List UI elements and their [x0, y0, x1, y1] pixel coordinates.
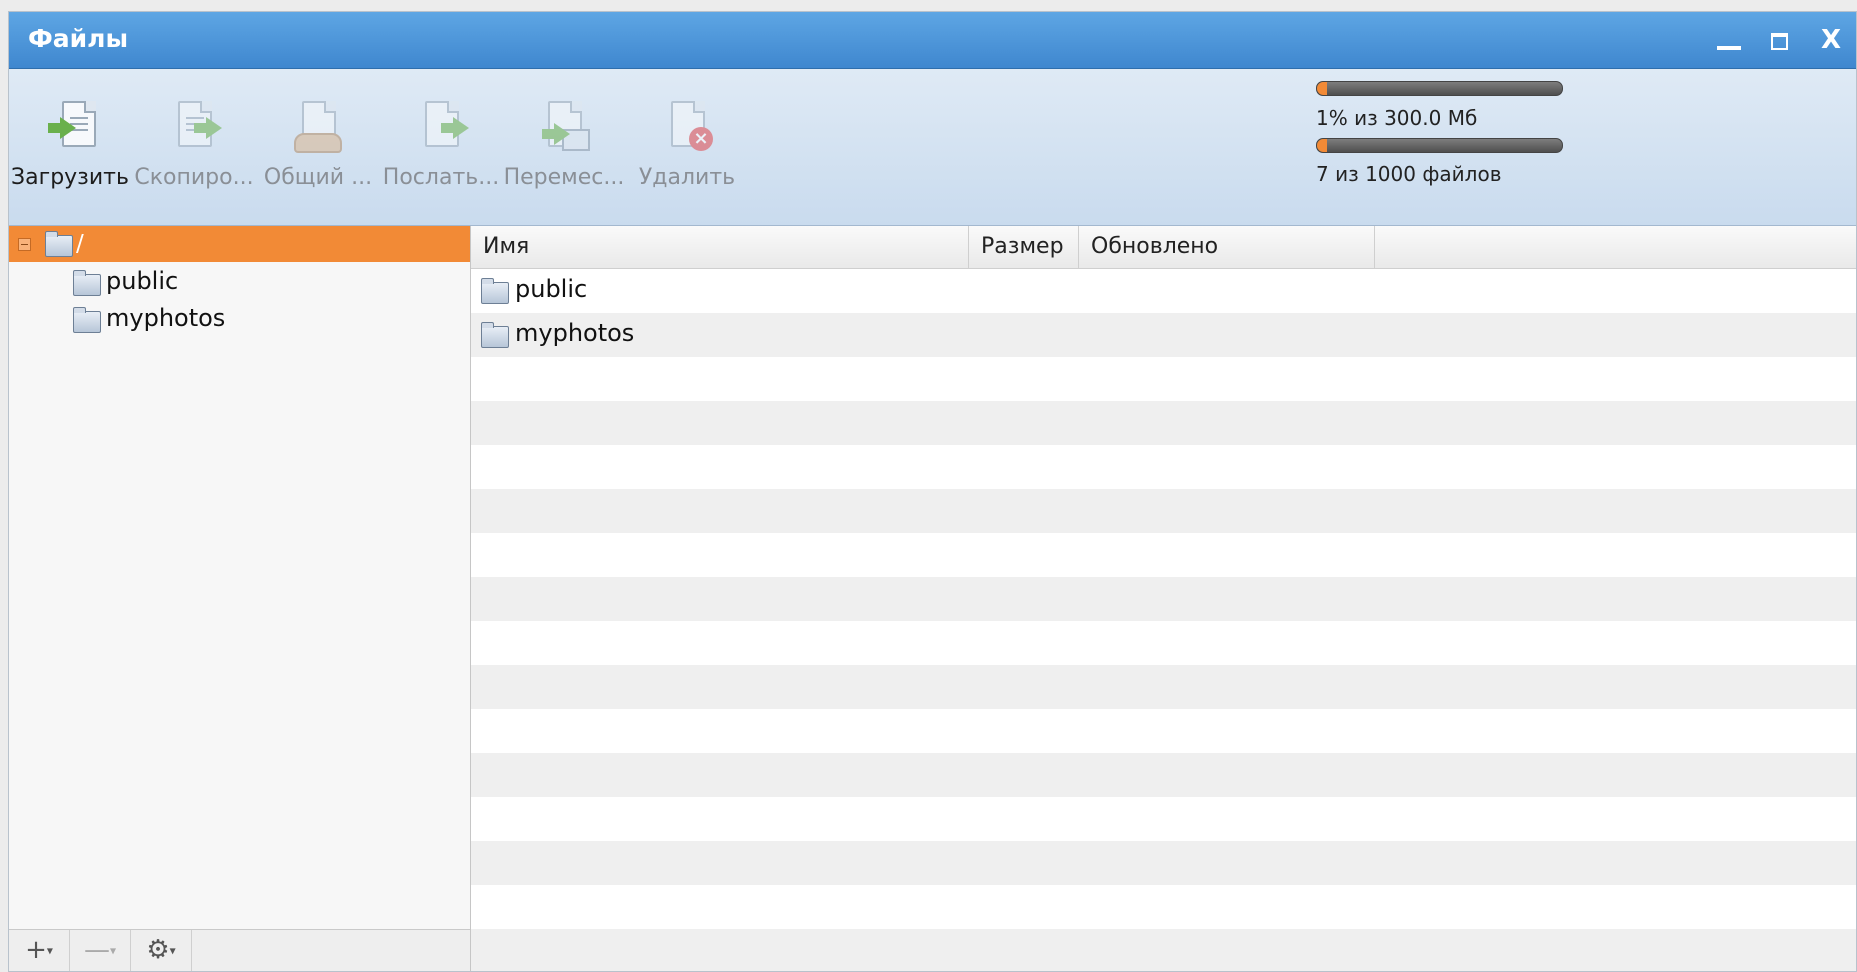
folder-icon	[481, 278, 509, 304]
minimize-button[interactable]	[1714, 26, 1744, 54]
grid-rows: public myphotos	[471, 269, 1856, 971]
tree-item-myphotos[interactable]: myphotos	[73, 303, 453, 337]
window-title: Файлы	[28, 24, 129, 53]
file-grid: Имя Размер Обновлено public myphotos	[471, 226, 1856, 971]
share-label: Общий ...	[263, 165, 373, 190]
gear-icon: ⚙	[146, 935, 170, 965]
delete-label: Удалить	[638, 165, 736, 190]
tree-item-public[interactable]: public	[73, 266, 453, 300]
share-icon	[290, 99, 346, 157]
move-label: Перемес...	[503, 165, 625, 190]
maximize-button[interactable]	[1764, 26, 1794, 54]
files-progress-fill	[1317, 139, 1327, 152]
storage-usage-text: 1% из 300.0 Мб	[1316, 106, 1478, 130]
add-icon: +	[25, 935, 47, 965]
empty-row	[471, 709, 1856, 753]
folder-icon	[45, 231, 73, 257]
move-button[interactable]: Перемес...	[494, 99, 634, 209]
remove-folder-button[interactable]: —▾	[70, 930, 131, 971]
copy-icon	[166, 99, 222, 157]
tree-root-label: /	[76, 231, 84, 257]
move-icon	[536, 99, 592, 157]
settings-button[interactable]: ⚙▾	[131, 930, 192, 971]
empty-row	[471, 401, 1856, 445]
empty-row	[471, 489, 1856, 533]
remove-icon: —	[83, 935, 110, 965]
empty-row	[471, 357, 1856, 401]
grid-header: Имя Размер Обновлено	[471, 226, 1856, 269]
files-window: Файлы X Загрузить Скопиро... Общий ... П…	[8, 11, 1857, 972]
add-folder-button[interactable]: +▾	[9, 930, 70, 971]
row-name: public	[515, 275, 588, 303]
upload-label: Загрузить	[11, 165, 129, 190]
tree-item-label: myphotos	[106, 304, 226, 332]
copy-label: Скопиро...	[134, 165, 254, 190]
copy-button[interactable]: Скопиро...	[124, 99, 264, 209]
send-icon	[413, 99, 469, 157]
folder-icon	[481, 322, 509, 348]
chevron-down-icon: ▾	[109, 943, 117, 958]
empty-row	[471, 753, 1856, 797]
folder-icon	[73, 270, 101, 296]
send-label: Послать...	[382, 165, 500, 190]
tree-item-label: public	[106, 267, 179, 295]
title-bar[interactable]: Файлы X	[9, 12, 1856, 69]
empty-row	[471, 621, 1856, 665]
delete-icon: ×	[659, 99, 715, 157]
empty-row	[471, 841, 1856, 885]
close-button[interactable]: X	[1816, 26, 1846, 54]
table-row[interactable]: myphotos	[471, 313, 1856, 357]
empty-row	[471, 929, 1856, 971]
empty-row	[471, 885, 1856, 929]
chevron-down-icon: ▾	[169, 943, 176, 958]
folder-icon	[73, 307, 101, 333]
table-row[interactable]: public	[471, 269, 1856, 313]
column-header-updated[interactable]: Обновлено	[1079, 226, 1375, 268]
empty-row	[471, 665, 1856, 709]
upload-button[interactable]: Загрузить	[9, 99, 140, 209]
chevron-down-icon: ▾	[46, 943, 53, 958]
storage-progress-fill	[1317, 82, 1327, 95]
delete-button[interactable]: × Удалить	[617, 99, 757, 209]
column-header-size[interactable]: Размер	[969, 226, 1079, 268]
files-count-text: 7 из 1000 файлов	[1316, 162, 1502, 186]
files-progress-bar	[1316, 138, 1563, 153]
share-button[interactable]: Общий ...	[248, 99, 388, 209]
storage-progress-bar	[1316, 81, 1563, 96]
empty-row	[471, 533, 1856, 577]
column-header-name[interactable]: Имя	[471, 226, 969, 268]
row-name: myphotos	[515, 319, 635, 347]
send-button[interactable]: Послать...	[371, 99, 511, 209]
tree-toolbar: +▾ —▾ ⚙▾	[9, 929, 470, 971]
empty-row	[471, 577, 1856, 621]
upload-icon	[42, 99, 98, 157]
collapse-icon[interactable]	[18, 238, 31, 251]
empty-row	[471, 445, 1856, 489]
toolbar: Загрузить Скопиро... Общий ... Послать..…	[9, 69, 1856, 226]
empty-row	[471, 797, 1856, 841]
tree-root-item[interactable]: /	[9, 226, 470, 262]
folder-tree: / public myphotos +▾ —▾ ⚙▾	[9, 226, 471, 971]
